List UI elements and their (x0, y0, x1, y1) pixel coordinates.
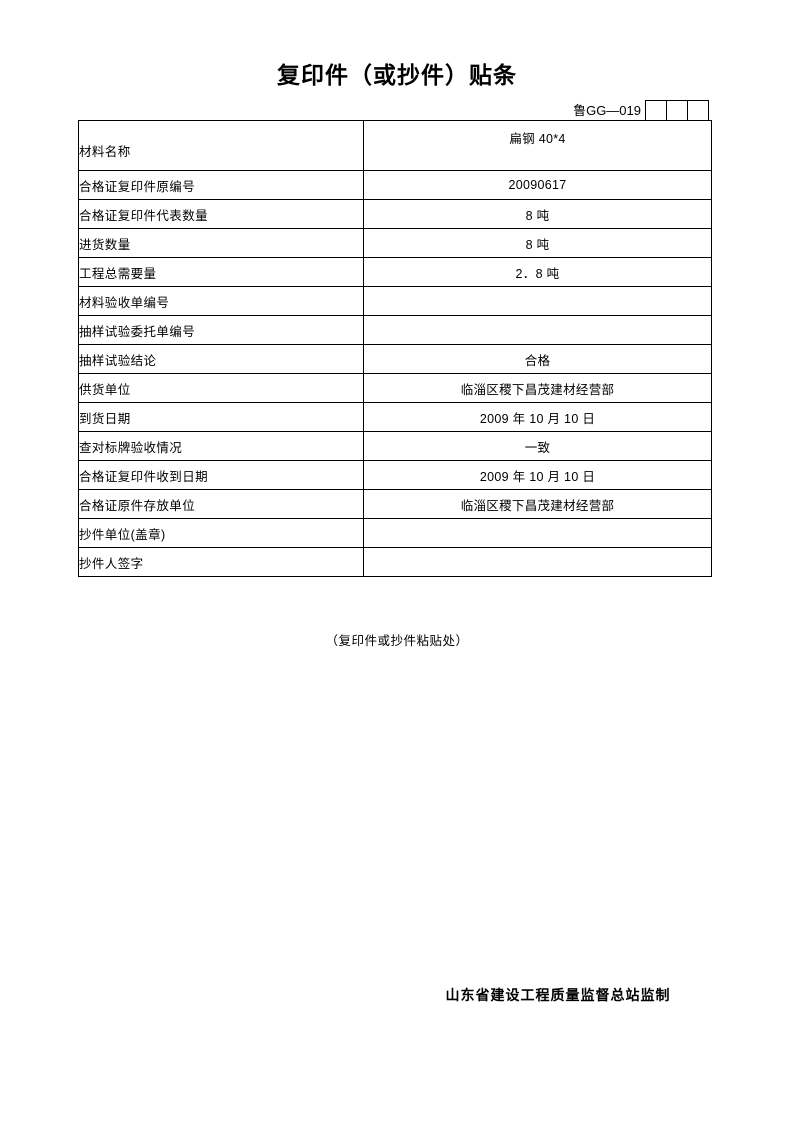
row-value-sampling-entrust-no[interactable] (363, 315, 712, 345)
row-value-cert-copy-received-date[interactable]: 2009 年 10 月 10 日 (363, 460, 712, 490)
material-info-table: 材料名称 扁钢 40*4 合格证复印件原编号 20090617 合格证复印件代表… (78, 120, 712, 577)
row-label-cert-original-storage-unit: 合格证原件存放单位 (78, 489, 364, 519)
row-value-label-check-status[interactable]: 一致 (363, 431, 712, 461)
table-row: 抽样试验委托单编号 (78, 315, 712, 345)
row-label-cert-copy-original-no: 合格证复印件原编号 (78, 170, 364, 200)
form-code-box-2[interactable] (667, 101, 688, 120)
issuer-line: 山东省建设工程质量监督总站监制 (0, 985, 794, 1005)
row-value-supplier[interactable]: 临淄区稷下昌茂建材经营部 (363, 373, 712, 403)
form-code-box-1[interactable] (646, 101, 667, 120)
table-row: 到货日期 2009 年 10 月 10 日 (78, 402, 712, 432)
row-label-copy-unit-seal: 抄件单位(盖章) (78, 518, 364, 548)
row-value-cert-copy-quantity[interactable]: 8 吨 (363, 199, 712, 229)
table-row: 合格证复印件代表数量 8 吨 (78, 199, 712, 229)
table-row: 供货单位 临淄区稷下昌茂建材经营部 (78, 373, 712, 403)
table-row: 抄件人签字 (78, 547, 712, 577)
table-row: 合格证复印件收到日期 2009 年 10 月 10 日 (78, 460, 712, 490)
table-row: 工程总需要量 2．8 吨 (78, 257, 712, 287)
table-row: 合格证原件存放单位 临淄区稷下昌茂建材经营部 (78, 489, 712, 519)
row-label-copier-signature: 抄件人签字 (78, 547, 364, 577)
row-value-purchase-quantity[interactable]: 8 吨 (363, 228, 712, 258)
row-value-cert-copy-original-no[interactable]: 20090617 (363, 170, 712, 200)
table-row: 抄件单位(盖章) (78, 518, 712, 548)
row-label-cert-copy-received-date: 合格证复印件收到日期 (78, 460, 364, 490)
row-label-total-required: 工程总需要量 (78, 257, 364, 287)
row-value-total-required[interactable]: 2．8 吨 (363, 257, 712, 287)
row-label-sampling-conclusion: 抽样试验结论 (78, 344, 364, 374)
table-row: 材料名称 扁钢 40*4 (78, 120, 712, 171)
row-label-arrival-date: 到货日期 (78, 402, 364, 432)
form-code-box-3[interactable] (688, 101, 709, 120)
form-number-text: 鲁GG—019 (573, 103, 641, 118)
paste-area-note: （复印件或抄件粘贴处） (325, 634, 469, 648)
row-label-label-check-status: 查对标牌验收情况 (78, 431, 364, 461)
row-value-acceptance-form-no[interactable] (363, 286, 712, 316)
table-row: 抽样试验结论 合格 (78, 344, 712, 374)
page-title: 复印件（或抄件）贴条 (277, 62, 517, 88)
row-label-acceptance-form-no: 材料验收单编号 (78, 286, 364, 316)
row-value-copier-signature[interactable] (363, 547, 712, 577)
table-row: 合格证复印件原编号 20090617 (78, 170, 712, 200)
issuer-text: 山东省建设工程质量监督总站监制 (445, 987, 671, 1003)
row-label-cert-copy-quantity: 合格证复印件代表数量 (78, 199, 364, 229)
row-value-copy-unit-seal[interactable] (363, 518, 712, 548)
form-number-row: 鲁GG—019 (78, 100, 709, 121)
row-label-material-name: 材料名称 (78, 120, 364, 171)
row-value-cert-original-storage-unit[interactable]: 临淄区稷下昌茂建材经营部 (363, 489, 712, 519)
row-value-sampling-conclusion[interactable]: 合格 (363, 344, 712, 374)
table-row: 查对标牌验收情况 一致 (78, 431, 712, 461)
row-label-sampling-entrust-no: 抽样试验委托单编号 (78, 315, 364, 345)
row-label-purchase-quantity: 进货数量 (78, 228, 364, 258)
table-row: 进货数量 8 吨 (78, 228, 712, 258)
table-row: 材料验收单编号 (78, 286, 712, 316)
form-code-boxes (645, 100, 709, 121)
row-value-arrival-date[interactable]: 2009 年 10 月 10 日 (363, 402, 712, 432)
document-page: 复印件（或抄件）贴条 鲁GG—019 材料名称 扁钢 40*4 合格证复印件原编… (0, 0, 794, 1123)
row-label-supplier: 供货单位 (78, 373, 364, 403)
row-value-material-name[interactable]: 扁钢 40*4 (363, 120, 712, 171)
